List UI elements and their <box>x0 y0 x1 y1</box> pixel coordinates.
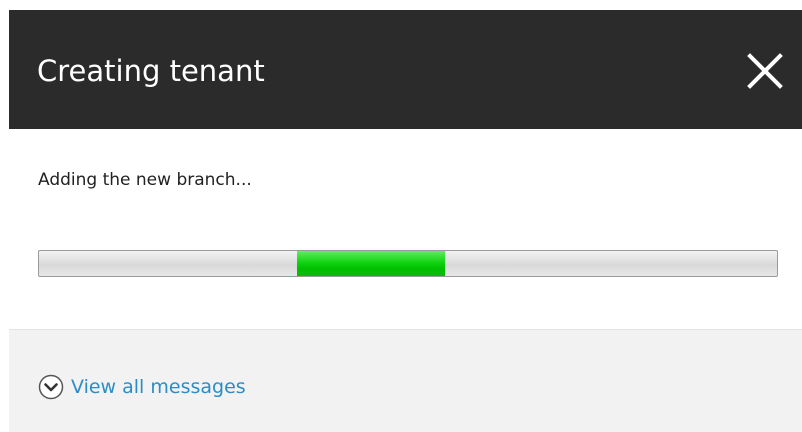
creating-tenant-dialog: Creating tenant Adding the new branch...… <box>0 0 802 432</box>
progress-bar <box>38 250 778 277</box>
close-button[interactable] <box>746 52 784 90</box>
view-all-messages-label: View all messages <box>71 376 246 398</box>
dialog-footer: View all messages <box>9 329 802 432</box>
progress-bar-fill <box>297 251 445 276</box>
view-all-messages-link[interactable]: View all messages <box>38 374 246 400</box>
status-message: Adding the new branch... <box>38 170 252 190</box>
dialog-header: Creating tenant <box>9 10 802 129</box>
dialog-title: Creating tenant <box>37 54 265 88</box>
close-icon <box>747 53 783 89</box>
chevron-down-circle-icon <box>38 374 64 400</box>
